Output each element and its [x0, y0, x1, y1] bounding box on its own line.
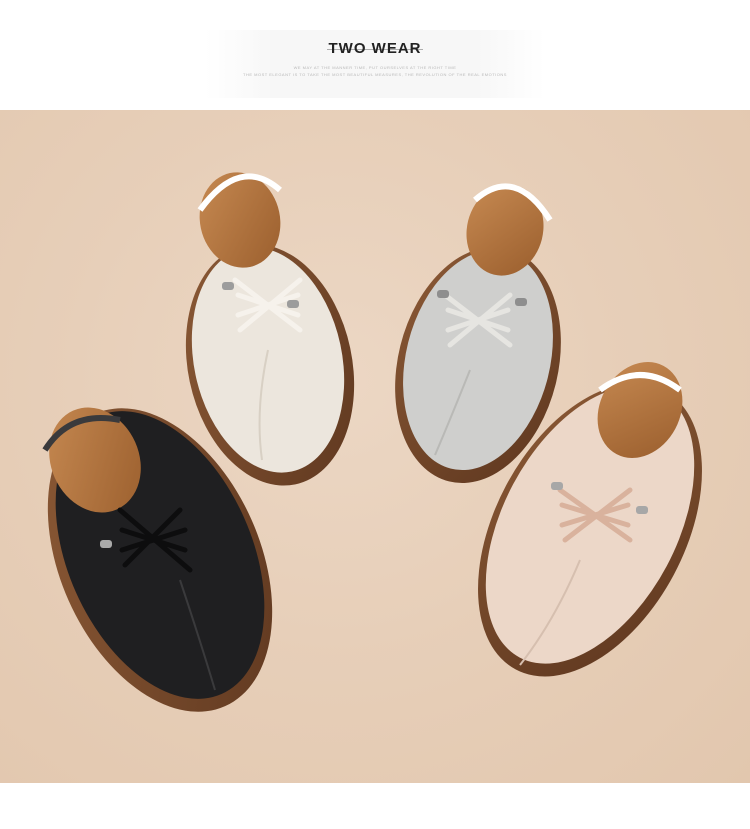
product-photo: [0, 110, 750, 783]
title-strike-line: [327, 49, 423, 50]
section-subtitle-line-1: we may at the manner time, put ourselves…: [293, 65, 457, 70]
product-detail-page: TWO WEAR we may at the manner time, put …: [0, 0, 750, 829]
shoes-illustration: [42, 172, 702, 712]
header-section: TWO WEAR we may at the manner time, put …: [0, 0, 750, 110]
footer-blank: [0, 783, 750, 829]
section-subtitle-line-2: the most elegant is to take the most bea…: [243, 72, 507, 77]
